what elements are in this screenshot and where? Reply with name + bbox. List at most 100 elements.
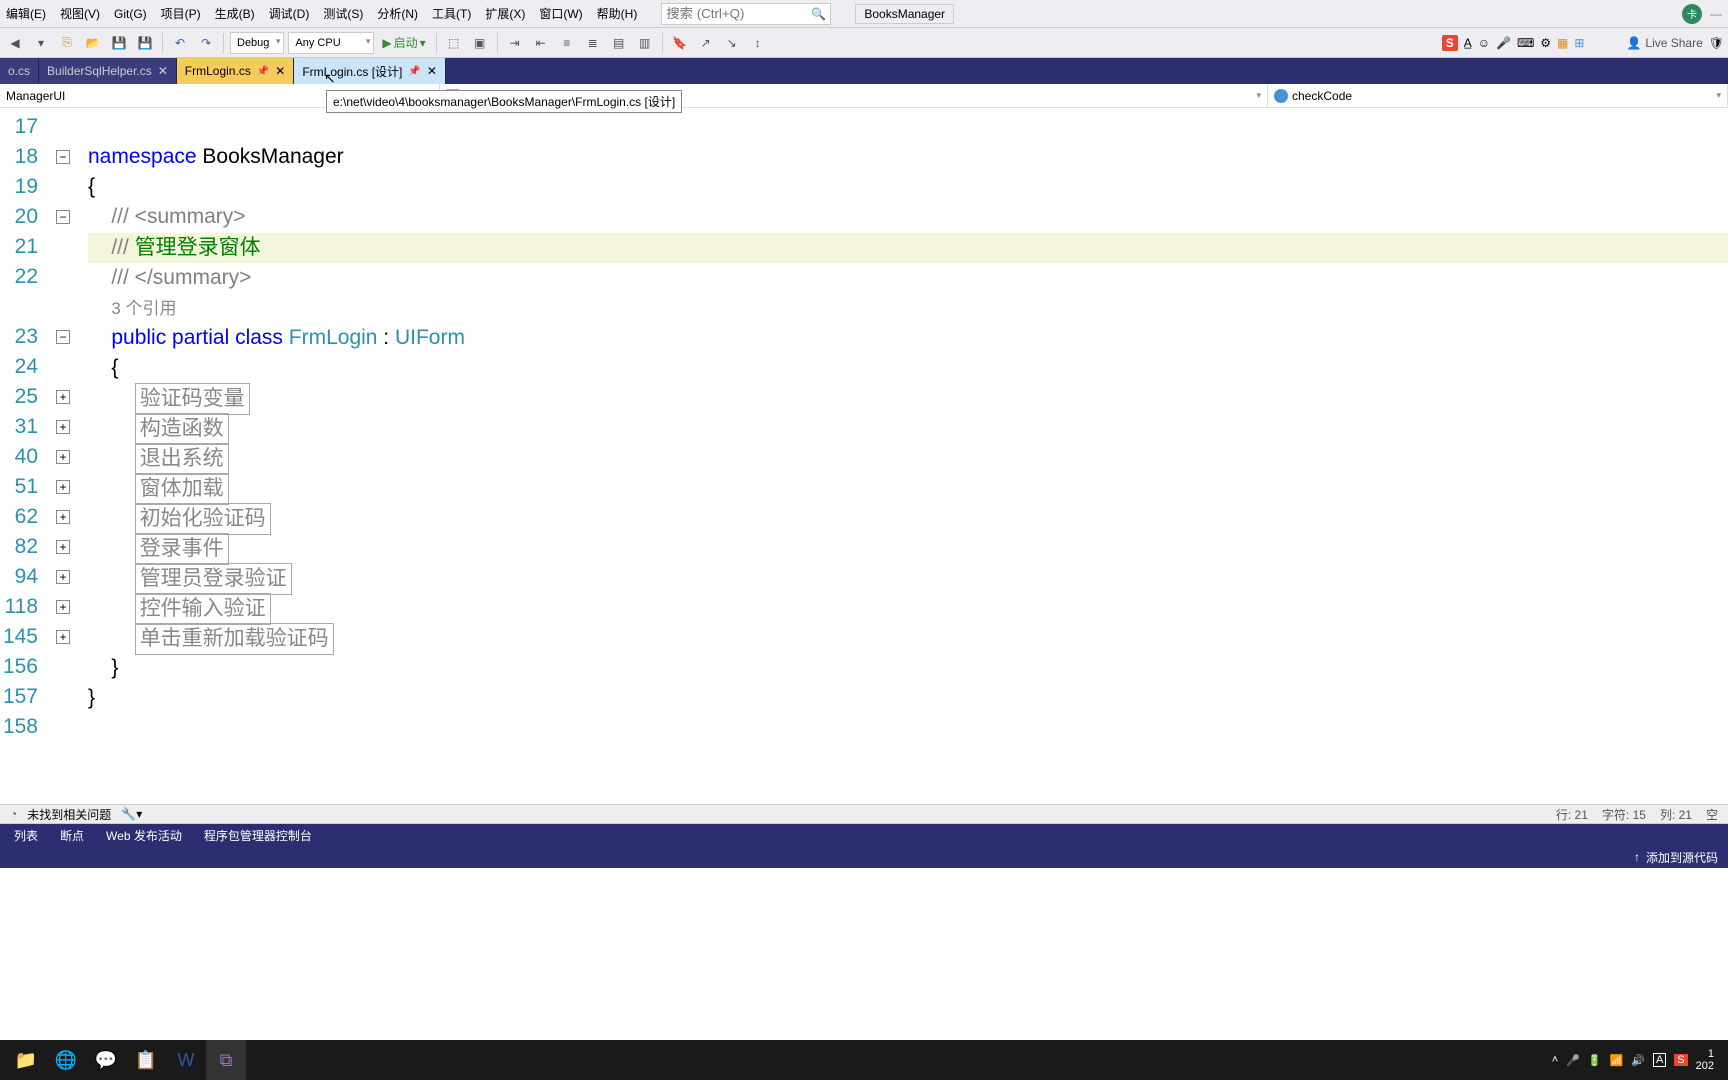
code-area[interactable]: namespace BooksManager { /// <summary> /… — [88, 108, 1728, 804]
tab-buildersqlhelper[interactable]: BuilderSqlHelper.cs ✕ — [39, 58, 177, 84]
mic-tray-icon[interactable]: 🎤 — [1566, 1054, 1580, 1067]
redo-icon[interactable]: ↷ — [195, 32, 217, 54]
tool-icon[interactable]: 🔧▾ — [121, 807, 142, 821]
uncomment-icon[interactable]: ▥ — [634, 32, 656, 54]
outdent-icon[interactable]: ⇤ — [530, 32, 552, 54]
tray-time[interactable]: 1 — [1696, 1048, 1714, 1060]
region-admin-auth[interactable]: 管理员登录验证 — [135, 563, 292, 595]
region-constructor[interactable]: 构造函数 — [135, 413, 229, 445]
nav-member[interactable]: checkCode — [1268, 84, 1728, 107]
keyboard-icon[interactable]: ⌨ — [1517, 36, 1534, 50]
apps-icon[interactable]: ⊞ — [1574, 36, 1584, 50]
app-icon[interactable]: 📋 — [126, 1040, 166, 1080]
fold-toggle[interactable]: − — [56, 210, 70, 224]
live-share-button[interactable]: 👤 Live Share — [1626, 36, 1702, 50]
menu-view[interactable]: 视图(V) — [60, 5, 100, 22]
menu-window[interactable]: 窗口(W) — [539, 5, 582, 22]
tool-icon-1[interactable]: ⬚ — [443, 32, 465, 54]
gear-icon[interactable]: ⚙ — [1540, 36, 1551, 50]
grid-icon[interactable]: ▦ — [1557, 36, 1568, 50]
sogou-ime-icon[interactable]: S — [1442, 35, 1458, 51]
pin-icon[interactable]: 📌 — [408, 66, 420, 77]
tab-web-publish[interactable]: Web 发布活动 — [96, 825, 192, 846]
start-button[interactable]: ▶ 启动 ▾ — [378, 32, 429, 54]
format-icon-2[interactable]: ≣ — [582, 32, 604, 54]
fold-expand[interactable]: + — [56, 630, 70, 644]
menu-analyze[interactable]: 分析(N) — [377, 5, 418, 22]
search-icon[interactable]: 🔍 — [811, 7, 826, 21]
tray-up-icon[interactable]: ˄ — [1552, 1054, 1558, 1066]
menu-git[interactable]: Git(G) — [114, 7, 147, 21]
nav-icon-1[interactable]: ↗ — [695, 32, 717, 54]
tab-frmlogin-design[interactable]: FrmLogin.cs [设计] 📌 ✕ — [294, 58, 446, 84]
close-icon[interactable]: ✕ — [275, 64, 285, 78]
references-link[interactable]: 3 个引用 — [111, 299, 176, 318]
add-source-label[interactable]: 添加到源代码 — [1646, 849, 1718, 866]
fold-expand[interactable]: + — [56, 570, 70, 584]
tab-list[interactable]: 列表 — [4, 825, 48, 846]
health-icon[interactable]: ◔ — [10, 807, 17, 821]
upload-icon[interactable]: ↑ — [1634, 850, 1640, 864]
ime-tool-icon[interactable]: A̲ — [1464, 36, 1472, 50]
search-input[interactable] — [666, 6, 806, 21]
fold-expand[interactable]: + — [56, 390, 70, 404]
wechat-icon[interactable]: 💬 — [86, 1040, 126, 1080]
code-editor[interactable]: 171819 202122 2324 253140 516282 9411814… — [0, 108, 1728, 804]
region-login-event[interactable]: 登录事件 — [135, 533, 229, 565]
region-input-validate[interactable]: 控件输入验证 — [135, 593, 271, 625]
network-icon[interactable]: 📶 — [1610, 1054, 1624, 1067]
region-init-captcha[interactable]: 初始化验证码 — [135, 503, 271, 535]
fold-toggle[interactable]: − — [56, 330, 70, 344]
menu-extensions[interactable]: 扩展(X) — [485, 5, 525, 22]
fold-expand[interactable]: + — [56, 450, 70, 464]
mic-icon[interactable]: 🎤 — [1496, 36, 1511, 50]
save-all-icon[interactable]: 💾 — [134, 32, 156, 54]
config-dropdown[interactable]: Debug — [230, 32, 284, 54]
tab-breakpoints[interactable]: 断点 — [50, 825, 94, 846]
menu-debug[interactable]: 调试(D) — [269, 5, 310, 22]
browser-icon[interactable]: 🌐 — [46, 1040, 86, 1080]
new-icon[interactable]: ⎘ — [56, 32, 78, 54]
ime-indicator[interactable]: A — [1653, 1053, 1666, 1067]
bookmark-icon[interactable]: 🔖 — [669, 32, 691, 54]
nav-icon-3[interactable]: ↕ — [747, 32, 769, 54]
indent-icon[interactable]: ⇥ — [504, 32, 526, 54]
solution-name[interactable]: BooksManager — [855, 4, 954, 24]
save-icon[interactable]: 💾 — [108, 32, 130, 54]
comment-icon[interactable]: ▤ — [608, 32, 630, 54]
visual-studio-icon[interactable]: ⧉ — [206, 1040, 246, 1080]
minimize-icon[interactable]: — — [1710, 7, 1722, 21]
fold-expand[interactable]: + — [56, 600, 70, 614]
region-exit[interactable]: 退出系统 — [135, 443, 229, 475]
close-icon[interactable]: ✕ — [427, 64, 437, 78]
close-icon[interactable]: ✕ — [158, 64, 168, 78]
fold-toggle[interactable]: − — [56, 150, 70, 164]
platform-dropdown[interactable]: Any CPU — [288, 32, 374, 54]
file-explorer-icon[interactable]: 📁 — [6, 1040, 46, 1080]
menu-tools[interactable]: 工具(T) — [432, 5, 471, 22]
admin-icon[interactable]: 🛡 — [1709, 36, 1724, 50]
emoji-icon[interactable]: ☺ — [1478, 36, 1490, 50]
word-icon[interactable]: W — [166, 1040, 206, 1080]
fold-expand[interactable]: + — [56, 480, 70, 494]
menu-build[interactable]: 生成(B) — [215, 5, 255, 22]
region-form-load[interactable]: 窗体加载 — [135, 473, 229, 505]
menu-help[interactable]: 帮助(H) — [597, 5, 638, 22]
search-box[interactable]: 🔍 — [661, 3, 831, 25]
sogou-tray-icon[interactable]: S — [1674, 1054, 1687, 1066]
tab-package-manager[interactable]: 程序包管理器控制台 — [194, 825, 322, 846]
battery-icon[interactable]: 🔋 — [1588, 1054, 1602, 1067]
region-captcha-var[interactable]: 验证码变量 — [135, 383, 250, 415]
fold-expand[interactable]: + — [56, 540, 70, 554]
open-icon[interactable]: 📂 — [82, 32, 104, 54]
back-icon[interactable]: ◀ — [4, 32, 26, 54]
tab-frmlogin[interactable]: FrmLogin.cs 📌 ✕ — [177, 58, 295, 84]
fold-expand[interactable]: + — [56, 420, 70, 434]
undo-icon[interactable]: ↶ — [169, 32, 191, 54]
volume-icon[interactable]: 🔊 — [1631, 1054, 1645, 1067]
pin-icon[interactable]: 📌 — [257, 66, 269, 77]
user-avatar[interactable]: 卡 — [1682, 4, 1702, 24]
tray-date[interactable]: 202 — [1696, 1060, 1714, 1072]
tool-icon-2[interactable]: ▣ — [469, 32, 491, 54]
tab-ocs[interactable]: o.cs — [0, 58, 39, 84]
